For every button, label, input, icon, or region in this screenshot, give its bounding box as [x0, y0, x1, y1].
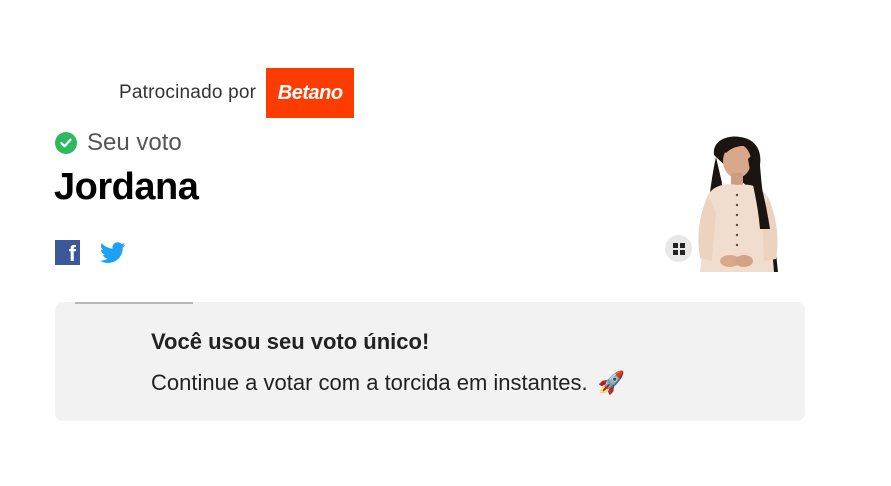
rocket-icon: 🚀 [597, 370, 625, 395]
candidate-name: Jordana [54, 166, 199, 208]
check-circle-icon [55, 132, 77, 154]
expand-icon [672, 242, 685, 255]
share-buttons: f [55, 240, 126, 265]
vote-notice-card: Você usou seu voto único! Continue a vot… [55, 302, 805, 421]
sponsor-logo-text: Betano [277, 81, 343, 104]
sponsor-logo[interactable]: Betano [266, 68, 355, 118]
expand-photo-button[interactable] [665, 235, 692, 262]
candidate-photo [682, 133, 794, 272]
twitter-icon[interactable] [100, 241, 126, 264]
vote-status-label: Seu voto [87, 129, 182, 156]
notice-title: Você usou seu voto único! [151, 329, 430, 354]
facebook-icon[interactable]: f [55, 240, 80, 265]
notice-text: Continue a votar com a torcida em instan… [151, 370, 588, 395]
sponsor-label: Patrocinado por [119, 82, 257, 103]
vote-result-panel: Patrocinado por Betano Seu voto Jordana … [0, 0, 891, 486]
notice-text-row: Continue a votar com a torcida em instan… [151, 370, 625, 396]
sponsor-banner: Patrocinado por Betano [119, 68, 355, 118]
vote-status: Seu voto [55, 129, 182, 157]
progress-bar [75, 302, 193, 304]
